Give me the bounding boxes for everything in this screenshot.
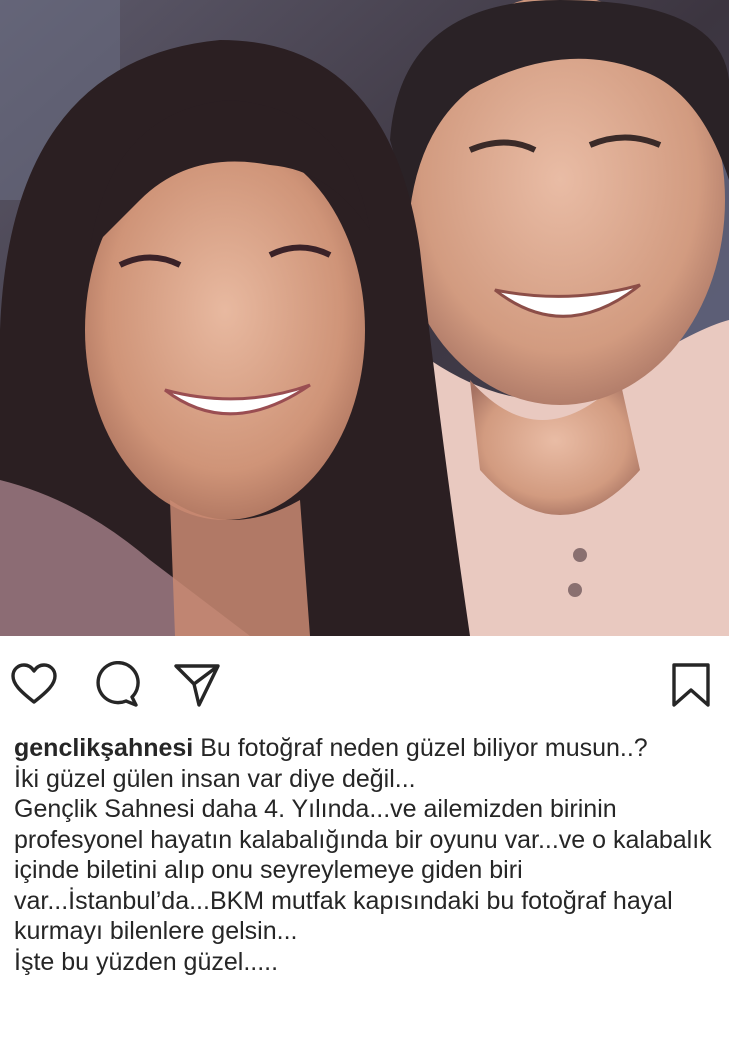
caption-line: İki güzel gülen insan var diye değil...: [14, 764, 416, 793]
heart-outline-icon[interactable]: [10, 661, 58, 709]
caption-line: Gençlik Sahnesi daha 4. Yılında...ve ail…: [14, 795, 712, 945]
caption-username[interactable]: genclikşahnesi: [14, 734, 193, 762]
post-caption: genclikşahnesi Bu fotoğraf neden güzel b…: [14, 733, 714, 977]
caption-first-paragraph: genclikşahnesi Bu fotoğraf neden güzel b…: [14, 733, 714, 764]
post-photo-illustration: [0, 0, 729, 636]
post-action-bar: [0, 636, 729, 732]
bookmark-icon[interactable]: [668, 661, 716, 709]
post-photo[interactable]: [0, 0, 729, 636]
comment-bubble-icon[interactable]: [92, 661, 140, 709]
caption-first-text: Bu fotoğraf neden güzel biliyor musun..?: [200, 734, 648, 762]
caption-line: İşte bu yüzden güzel.....: [14, 947, 279, 976]
paper-plane-icon[interactable]: [173, 661, 221, 709]
